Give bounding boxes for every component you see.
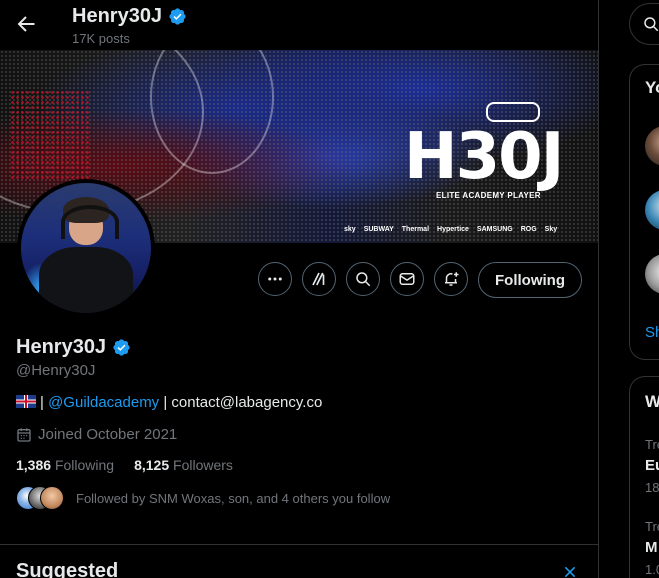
bio-mention-link[interactable]: @Guildacademy <box>48 394 159 411</box>
followers-count: 8,125 <box>134 457 170 473</box>
following-stat-link[interactable]: 1,386 Following <box>16 457 114 473</box>
trend-name[interactable]: M <box>645 539 658 556</box>
trend-meta: Tre <box>645 519 659 534</box>
guild-logo-icon <box>486 102 540 122</box>
card-title: W <box>645 392 659 411</box>
sponsor-logo: ROG <box>520 226 537 233</box>
bio-separator: | <box>40 394 44 411</box>
search-icon <box>644 17 659 32</box>
followers-stat-link[interactable]: 8,125 Followers <box>134 457 233 473</box>
following-button[interactable]: Following <box>478 262 582 298</box>
avatar <box>40 486 64 510</box>
more-options-button[interactable] <box>258 262 292 296</box>
bio-contact: | contact@labagency.co <box>163 394 323 411</box>
envelope-icon <box>399 273 415 285</box>
following-label: Following <box>54 457 115 473</box>
sponsor-logo: SUBWAY <box>363 226 394 233</box>
sponsor-logo: Thermal <box>401 226 430 233</box>
banner-sponsors: sky SUBWAY Thermal Hypertice SAMSUNG ROG… <box>344 226 557 233</box>
following-count: 1,386 <box>16 457 52 473</box>
trend-meta: Tre <box>645 437 659 452</box>
verified-badge-icon[interactable] <box>112 338 131 357</box>
profile-avatar[interactable] <box>17 179 155 317</box>
profile-joined: Joined October 2021 <box>16 426 177 443</box>
header-name: Henry30J <box>72 5 187 28</box>
close-icon[interactable] <box>562 564 578 578</box>
section-divider <box>0 544 598 545</box>
profile-header: Henry30J 17K posts <box>0 0 598 50</box>
profile-bio: | @Guildacademy | contact@labagency.co <box>16 394 322 411</box>
bell-plus-icon <box>445 272 459 286</box>
followed-by-avatars <box>16 486 66 510</box>
uk-flag-icon <box>16 395 36 408</box>
profile-handle: @Henry30J <box>16 362 96 379</box>
followed-by-text: Followed by SNM Woxas, son, and 4 others… <box>76 490 391 506</box>
sponsor-logo: sky <box>344 226 356 233</box>
grok-button[interactable] <box>302 262 336 296</box>
more-icon <box>268 277 282 281</box>
notifications-button[interactable] <box>434 262 468 296</box>
trend-count: 1.0 <box>645 562 659 577</box>
verified-badge-icon[interactable] <box>168 7 187 26</box>
show-more-link[interactable]: Sh <box>645 324 659 341</box>
right-sidebar: Yo Sh W Tre Eu 18 Tre M 1.0 <box>599 0 659 578</box>
header-post-count: 17K posts <box>72 31 130 46</box>
banner-subtitle: ELITE ACADEMY PLAYER <box>436 191 541 200</box>
trend-count: 18 <box>645 480 659 495</box>
joined-date: Joined October 2021 <box>38 426 178 443</box>
banner-title: H30J <box>404 120 564 194</box>
grok-icon <box>312 272 325 286</box>
trend-name[interactable]: Eu <box>645 457 659 474</box>
profile-name: Henry30J <box>16 336 131 359</box>
sponsor-logo: Sky <box>544 226 558 233</box>
card-title: Yo <box>645 78 659 97</box>
profile-stats: 1,386 Following 8,125 Followers <box>16 457 233 473</box>
suggested-heading: Suggested <box>16 560 119 578</box>
search-icon <box>356 272 371 287</box>
header-name-text: Henry30J <box>72 5 163 27</box>
profile-column: Henry30J 17K posts H30J ELITE ACADEMY PL… <box>0 0 598 578</box>
message-button[interactable] <box>390 262 424 296</box>
calendar-icon <box>17 427 31 442</box>
profile-name-text: Henry30J <box>16 336 107 358</box>
back-arrow-icon[interactable] <box>14 12 38 36</box>
sponsor-logo: Hypertice <box>437 226 469 233</box>
followed-by[interactable]: Followed by SNM Woxas, son, and 4 others… <box>16 486 390 510</box>
sponsor-logo: SAMSUNG <box>476 226 513 233</box>
search-input[interactable] <box>629 3 659 45</box>
search-profile-button[interactable] <box>346 262 380 296</box>
avatar-photo <box>21 183 151 313</box>
followers-label: Followers <box>173 457 233 473</box>
